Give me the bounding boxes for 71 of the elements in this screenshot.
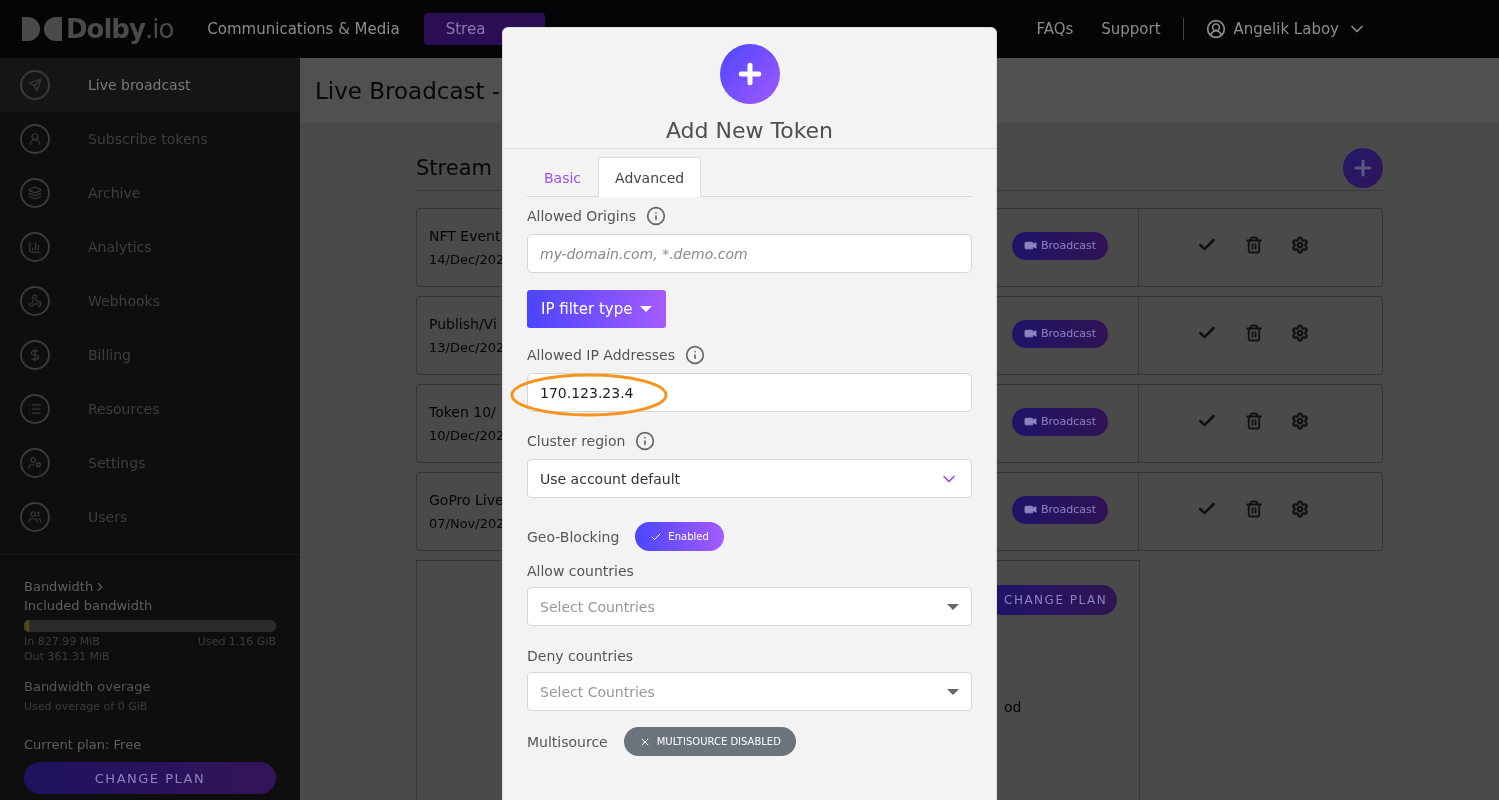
user-gear-icon <box>20 448 50 478</box>
nav-link[interactable]: Communications & Media <box>207 13 424 45</box>
tab[interactable]: Basic <box>527 157 599 197</box>
video-camera-icon <box>1023 239 1037 252</box>
stream-date: 10/Dec/202 <box>429 428 505 443</box>
stream-name: NFT Event <box>429 228 501 244</box>
info-icon[interactable] <box>635 431 656 451</box>
broadcast-button[interactable]: Broadcast <box>1012 231 1108 260</box>
settings-icon[interactable] <box>1290 499 1309 518</box>
stream-name: Token 10/ <box>429 404 496 420</box>
stream-date: 07/Nov/202 <box>429 516 505 531</box>
stream-name: Publish/Vi <box>429 316 497 332</box>
bar-chart-icon <box>20 232 50 262</box>
countries-select[interactable]: Select Countries <box>527 587 972 626</box>
trash-icon[interactable] <box>1244 411 1263 430</box>
stream-date: 14/Dec/202 <box>429 252 505 267</box>
ip-field[interactable]: 170.123.23.4 <box>527 373 972 412</box>
dollar-icon <box>20 340 50 370</box>
dialog-title: Add New Token <box>665 118 834 143</box>
section-title: Stream <box>416 155 492 180</box>
stream-name: GoPro Live <box>429 492 504 508</box>
card-text: od <box>1004 699 1023 715</box>
region-select[interactable]: Use account default <box>527 459 972 498</box>
user-icon <box>20 124 50 154</box>
broadcast-button[interactable]: Broadcast <box>1012 407 1108 436</box>
field-label: Deny countries <box>527 648 634 664</box>
stream-date: 13/Dec/202 <box>429 340 505 355</box>
settings-icon[interactable] <box>1290 323 1309 342</box>
broadcast-button[interactable]: Broadcast <box>1012 319 1108 348</box>
origins-field[interactable]: my-domain.com, *.demo.com <box>527 234 972 273</box>
user-name[interactable]: Angelik Laboy <box>1233 20 1339 38</box>
page-title: Live Broadcast - <box>315 77 501 104</box>
bandwidth-title[interactable]: Bandwidth <box>24 579 94 594</box>
countries-select[interactable]: Select Countries <box>527 672 972 711</box>
overage-title: Bandwidth overage <box>24 679 152 694</box>
layers-icon <box>20 178 50 208</box>
field-label: Allowed IP Addresses <box>527 347 675 363</box>
field-label: Multisource <box>527 733 608 750</box>
add-button[interactable] <box>1343 147 1383 188</box>
ip-filter-dropdown[interactable]: IP filter type <box>527 290 667 328</box>
toggle-pill[interactable]: Enabled <box>635 522 724 551</box>
bandwidth-subtitle: Included bandwidth <box>24 598 154 613</box>
settings-icon[interactable] <box>1290 235 1309 254</box>
nav-link[interactable]: Support <box>1101 20 1161 38</box>
current-plan: Current plan: Free <box>24 737 143 752</box>
toggle-pill[interactable]: MULTISOURCE DISABLED <box>623 727 796 756</box>
field-label: Cluster region <box>527 433 626 449</box>
webhook-icon <box>20 286 50 316</box>
logo-icon <box>22 17 62 41</box>
logo-text: Dolby.io <box>66 14 174 44</box>
trash-icon[interactable] <box>1244 499 1263 518</box>
field-label: Allowed Origins <box>527 208 636 224</box>
info-icon[interactable] <box>645 206 666 226</box>
info-icon[interactable] <box>685 345 705 365</box>
trash-icon[interactable] <box>1244 323 1263 342</box>
trash-icon[interactable] <box>1244 235 1263 254</box>
settings-icon[interactable] <box>1290 411 1309 430</box>
send-icon <box>20 70 50 100</box>
tab[interactable]: Advanced <box>598 157 702 197</box>
field-label: Allow countries <box>527 563 634 579</box>
video-camera-icon <box>1023 503 1037 516</box>
user-icon[interactable] <box>1205 19 1226 39</box>
video-camera-icon <box>1023 415 1037 428</box>
change-plan-button[interactable]: CHANGE PLAN <box>24 762 276 794</box>
sidebar-item[interactable]: Live broadcast <box>0 58 300 112</box>
nav-link[interactable]: FAQs <box>1036 20 1074 38</box>
list-icon <box>20 394 50 424</box>
field-label: Geo-Blocking <box>527 528 620 545</box>
broadcast-button[interactable]: Broadcast <box>1012 495 1108 524</box>
users-icon <box>20 502 50 532</box>
video-camera-icon <box>1023 327 1037 340</box>
